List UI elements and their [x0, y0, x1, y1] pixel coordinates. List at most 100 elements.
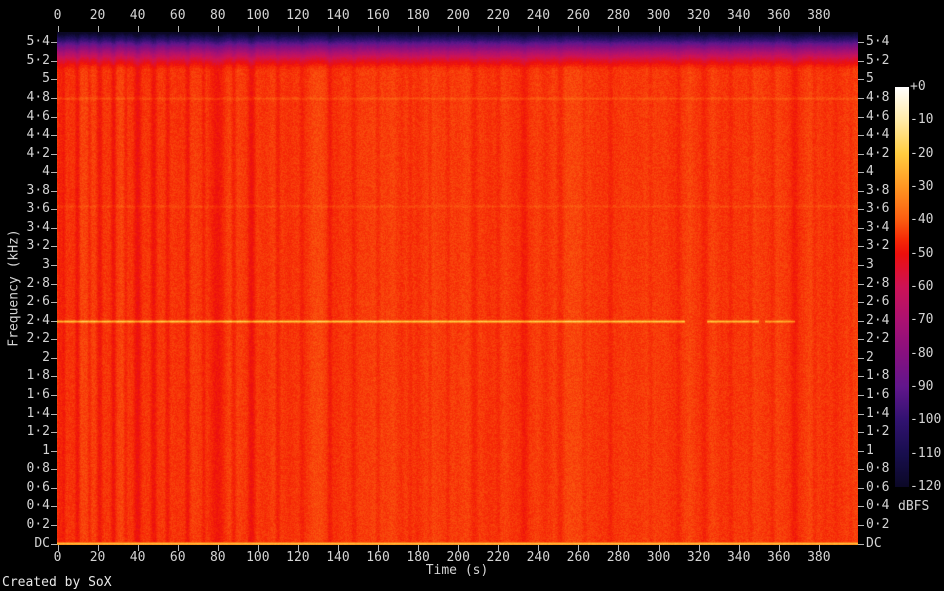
y-tick-mark-left	[51, 60, 57, 62]
x-tick-mark-top	[297, 26, 299, 32]
spectrogram-plot	[57, 32, 858, 545]
y-tick-label-right: 2	[866, 349, 874, 365]
x-tick-label-top: 220	[486, 8, 510, 23]
x-tick-label-top: 380	[807, 8, 831, 23]
y-tick-mark-left	[51, 432, 57, 434]
y-tick-label-left: 4	[42, 164, 50, 180]
credit-text: Created by SoX	[2, 575, 112, 590]
y-tick-mark-right	[858, 265, 864, 267]
x-tick-label-bottom: 60	[169, 550, 186, 565]
colorbar-tick-label: -100	[910, 412, 942, 428]
x-tick-mark-top	[698, 26, 700, 32]
y-tick-mark-left	[51, 357, 57, 359]
y-tick-mark-right	[858, 153, 864, 155]
y-tick-mark-left	[51, 116, 57, 118]
y-tick-label-right: 0·4	[866, 498, 890, 514]
y-tick-mark-left	[51, 469, 57, 471]
y-tick-label-right: 4	[866, 164, 874, 180]
colorbar-tick-label: -120	[910, 479, 942, 494]
x-tick-label-bottom: 40	[129, 550, 146, 565]
x-tick-mark-top	[137, 26, 139, 32]
y-tick-label-left: 4·8	[26, 89, 50, 105]
x-axis-title: Time (s)	[425, 563, 489, 578]
y-tick-label-left: 0·6	[26, 479, 50, 495]
y-tick-label-right: 5·2	[866, 52, 890, 68]
x-tick-label-bottom: 280	[606, 550, 631, 565]
x-tick-label-top: 160	[366, 8, 390, 23]
x-tick-label-top: 60	[169, 8, 186, 23]
y-tick-label-left: 5·2	[26, 52, 50, 68]
y-tick-mark-right	[858, 42, 864, 44]
colorbar-tick-label: -60	[910, 279, 934, 294]
y-tick-mark-right	[858, 469, 864, 471]
y-tick-mark-right	[858, 432, 864, 434]
colorbar-tick-label: -50	[910, 245, 934, 261]
x-tick-label-bottom: 360	[767, 550, 791, 565]
y-tick-label-left: 3·6	[26, 201, 50, 217]
y-tick-mark-right	[858, 97, 864, 99]
y-tick-mark-left	[51, 450, 57, 452]
y-tick-label-right: 3·2	[866, 238, 890, 254]
y-tick-label-left: 1	[42, 442, 50, 458]
x-tick-label-top: 360	[767, 8, 791, 23]
y-tick-label-right: 3·6	[866, 201, 890, 217]
y-tick-label-left: 1·6	[26, 386, 50, 402]
y-tick-mark-left	[51, 190, 57, 192]
x-tick-mark-top	[337, 26, 339, 32]
x-tick-label-top: 200	[446, 8, 470, 23]
y-tick-mark-right	[858, 413, 864, 415]
x-tick-label-top: 0	[53, 8, 62, 23]
y-tick-mark-left	[51, 413, 57, 415]
y-tick-mark-right	[858, 172, 864, 174]
y-tick-label-left: 1·4	[26, 405, 50, 421]
x-tick-label-top: 100	[246, 8, 270, 23]
y-tick-mark-right	[858, 524, 864, 526]
x-tick-label-top: 300	[646, 8, 671, 23]
x-tick-mark-top	[177, 26, 179, 32]
colorbar-unit-label: dBFS	[898, 499, 930, 514]
y-tick-mark-right	[858, 506, 864, 508]
x-tick-label-bottom: 320	[686, 550, 711, 565]
y-tick-label-right: 1	[866, 442, 874, 458]
x-tick-mark-top	[458, 26, 460, 32]
x-tick-label-bottom: 20	[89, 550, 106, 565]
y-tick-mark-left	[51, 265, 57, 267]
y-tick-mark-left	[51, 543, 57, 545]
y-tick-mark-left	[51, 394, 57, 396]
y-tick-mark-left	[51, 506, 57, 508]
y-tick-mark-right	[858, 339, 864, 341]
colorbar-tick-label: -10	[910, 112, 934, 128]
x-tick-mark-top	[538, 26, 540, 32]
y-tick-mark-right	[858, 246, 864, 248]
y-tick-label-right: 4·2	[866, 145, 890, 161]
colorbar-tick-label: -40	[910, 212, 934, 228]
y-tick-label-right: 1·2	[866, 424, 890, 440]
x-tick-label-bottom: 140	[326, 550, 350, 565]
y-tick-label-left: DC	[34, 535, 50, 551]
x-tick-label-top: 40	[129, 8, 146, 23]
x-tick-label-top: 240	[526, 8, 551, 23]
y-tick-label-right: 4·8	[866, 89, 890, 105]
sox-spectrogram-window: 0 0 20 20 40 40 60 60 80 80 100 100 120 120 140 140 160 1…	[0, 0, 944, 591]
y-tick-mark-right	[858, 283, 864, 285]
y-tick-label-left: 0·2	[26, 516, 50, 532]
colorbar-tick-label: -70	[910, 312, 934, 328]
colorbar-tick-label: -30	[910, 179, 934, 194]
x-tick-label-top: 320	[686, 8, 711, 23]
y-tick-label-right: 1·8	[866, 368, 890, 384]
colorbar-tick-label: +0	[910, 79, 926, 94]
y-tick-mark-left	[51, 97, 57, 99]
y-tick-label-right: 0·2	[866, 516, 890, 532]
x-tick-label-top: 120	[286, 8, 310, 23]
y-tick-label-right: 3	[866, 257, 874, 273]
y-tick-mark-left	[51, 283, 57, 285]
y-tick-mark-left	[51, 172, 57, 174]
y-tick-label-right: 2·2	[866, 331, 890, 347]
x-tick-mark-top	[498, 26, 500, 32]
x-tick-mark-top	[257, 26, 259, 32]
y-tick-mark-left	[51, 524, 57, 526]
y-tick-mark-left	[51, 209, 57, 211]
y-tick-mark-right	[858, 376, 864, 378]
x-tick-mark-top	[778, 26, 780, 32]
y-tick-mark-left	[51, 339, 57, 341]
